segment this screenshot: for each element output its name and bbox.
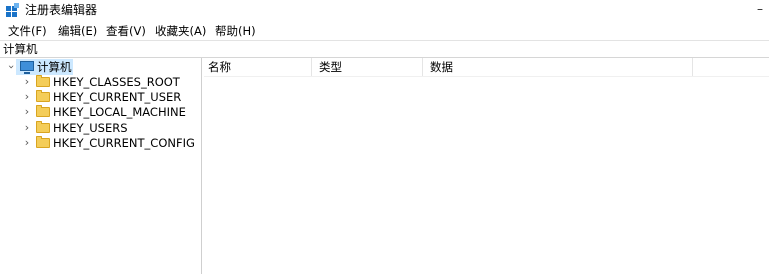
tree-item-hkey-local-machine[interactable]: › HKEY_LOCAL_MACHINE [0,104,200,120]
tree-item-label: HKEY_CURRENT_CONFIG [53,136,195,150]
values-pane[interactable]: 名称 类型 数据 [204,58,769,274]
chevron-right-icon[interactable]: › [22,74,32,90]
chevron-right-icon[interactable]: › [22,120,32,136]
address-bar[interactable]: 计算机 [0,40,769,58]
folder-icon [36,136,50,148]
tree-root-label: 计算机 [37,60,72,74]
tree-item-label: HKEY_LOCAL_MACHINE [53,105,186,119]
folder-icon [36,121,50,133]
minimize-button[interactable]: – [752,1,768,19]
folder-icon [36,105,50,117]
column-divider[interactable] [692,58,693,76]
tree-item-hkey-users[interactable]: › HKEY_USERS [0,120,200,136]
window-title: 注册表编辑器 [25,3,98,17]
list-header: 名称 类型 数据 [204,58,769,77]
column-divider[interactable] [311,58,312,76]
tree-item-hkey-classes-root[interactable]: › HKEY_CLASSES_ROOT [0,74,200,90]
folder-icon [36,75,50,87]
column-header-name[interactable]: 名称 [208,59,231,75]
menu-edit[interactable]: 编辑(E) [58,23,97,39]
tree-root[interactable]: › 计算机 [0,59,200,75]
folder-icon [36,90,50,102]
tree-pane: › 计算机 › HKEY_CLASSES_ROOT › HKEY_CURRENT… [0,58,202,274]
menu-bar: 文件(F) 编辑(E) 查看(V) 收藏夹(A) 帮助(H) [0,22,769,40]
tree-item-label: HKEY_USERS [53,121,128,135]
menu-help[interactable]: 帮助(H) [215,23,256,39]
column-header-data[interactable]: 数据 [430,59,453,75]
column-divider[interactable] [422,58,423,76]
menu-view[interactable]: 查看(V) [106,23,146,39]
tree-item-label: HKEY_CLASSES_ROOT [53,75,180,89]
chevron-right-icon[interactable]: › [22,135,32,151]
chevron-down-icon[interactable]: › [3,62,19,72]
computer-icon [20,61,34,74]
tree-item-label: HKEY_CURRENT_USER [53,90,182,104]
chevron-right-icon[interactable]: › [22,104,32,120]
address-path[interactable]: 计算机 [3,41,38,57]
menu-favorites[interactable]: 收藏夹(A) [155,23,206,39]
title-bar: 注册表编辑器 – [0,0,769,22]
column-header-type[interactable]: 类型 [319,59,342,75]
tree-item-hkey-current-user[interactable]: › HKEY_CURRENT_USER [0,89,200,105]
tree-item-hkey-current-config[interactable]: › HKEY_CURRENT_CONFIG [0,135,200,151]
chevron-right-icon[interactable]: › [22,89,32,105]
menu-file[interactable]: 文件(F) [8,23,47,39]
registry-editor-icon [6,3,19,17]
